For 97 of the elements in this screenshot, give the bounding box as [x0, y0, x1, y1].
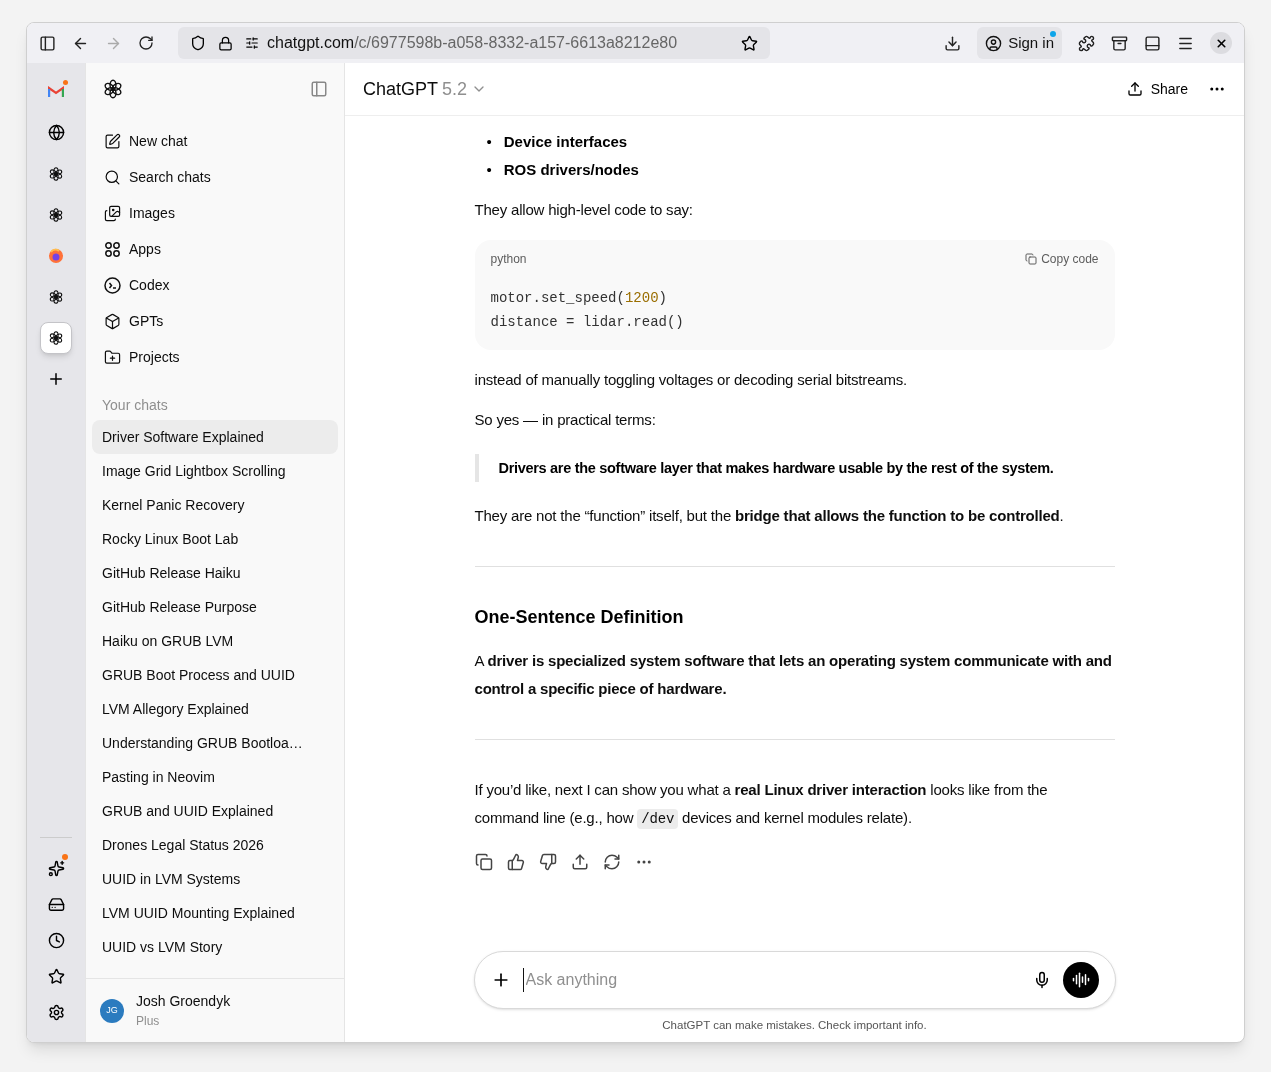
download-icon[interactable] [944, 34, 962, 52]
chat-history-item[interactable]: GitHub Release Haiku [92, 556, 338, 590]
user-name: Josh Groendyk [136, 992, 231, 1011]
audio-lines-icon [1071, 970, 1090, 989]
message-paragraph: instead of manually toggling voltages or decoding serial bitstreams. [474, 370, 908, 390]
shield-icon [190, 35, 206, 51]
archive-icon[interactable] [1111, 34, 1128, 52]
code-line: motor.set_speed(1200) [490, 289, 668, 308]
browser-tab[interactable] [40, 321, 72, 354]
chat-history-item[interactable]: GRUB and UUID Explained [92, 794, 338, 828]
message-paragraph: They are not the “function” itself, but the bridge that allows the function to be controlled. [474, 506, 1065, 526]
grid-icon [104, 240, 121, 258]
logo-icon [48, 206, 64, 223]
folder-plus-icon [104, 348, 121, 366]
bullet-marker: • [486, 132, 492, 152]
share-icon [1126, 81, 1143, 97]
lock-icon [218, 35, 233, 51]
voice-button[interactable] [1062, 961, 1099, 998]
logo-icon [48, 329, 64, 346]
sparkle-icon [47, 859, 65, 877]
bullet-item: Device interfaces [503, 132, 628, 152]
clock-icon [47, 931, 65, 949]
logo-icon [102, 78, 124, 100]
message-input[interactable]: Ask anything [522, 967, 1021, 992]
block-quote: Drivers are the software layer that makes hardware usable by the rest of the system. [474, 454, 1115, 482]
chat-history-item[interactable]: Pasting in Neovim [92, 760, 338, 794]
pencil-square-icon [104, 132, 121, 150]
chat-history-item[interactable]: LVM UUID Mounting Explained [92, 896, 338, 930]
share-icon[interactable] [570, 853, 589, 871]
sidebar-nav-item[interactable]: Apps [94, 231, 336, 267]
sidebar-toggle-icon[interactable] [39, 34, 56, 52]
chat-history-item[interactable]: LVM Allegory Explained [92, 692, 338, 726]
user-avatar[interactable]: JG [100, 998, 124, 1023]
site-settings-icon [245, 36, 259, 50]
chat-history-item[interactable]: Understanding GRUB Bootloa… [92, 726, 338, 760]
code-language: python [490, 251, 527, 268]
cube-icon [104, 312, 121, 330]
logo-icon [48, 165, 64, 182]
code-line: distance = lidar.read() [490, 313, 685, 332]
sign-in-button[interactable]: Sign in [977, 27, 1062, 59]
mail-logo-icon [48, 85, 64, 98]
disclaimer-text: ChatGPT can make mistakes. Check important info. [662, 1017, 927, 1033]
sidebar-nav-item[interactable]: Codex [94, 267, 336, 303]
chat-history-item[interactable]: UUID in LVM Systems [92, 862, 338, 896]
drive-icon [47, 895, 65, 913]
bullet-item: ROS drivers/nodes [503, 160, 639, 180]
star-icon [47, 967, 65, 985]
section-label: Your chats [101, 396, 169, 415]
share-button[interactable]: Share [1126, 78, 1188, 100]
message-paragraph: They allow high-level code to say: [474, 200, 694, 220]
bookmark-star-icon[interactable] [741, 34, 758, 52]
new-tab-icon[interactable] [47, 370, 65, 388]
message-paragraph: So yes — in practical terms: [474, 410, 657, 430]
section-heading: One-Sentence Definition [474, 606, 685, 629]
inline-code: /dev [637, 809, 679, 829]
search-icon [104, 168, 121, 186]
chat-history-item[interactable]: Kernel Panic Recovery [92, 488, 338, 522]
sidebar-nav-item[interactable]: Projects [94, 339, 336, 375]
message-paragraph: If you’d like, next I can show you what a real Linux driver interaction looks like from the command line (e.g., how /dev devices and kernel modules relate). [474, 780, 1049, 831]
close-sidebar-icon[interactable] [310, 80, 328, 98]
thumbs-up-icon[interactable] [506, 853, 525, 871]
copy-icon [1025, 253, 1038, 265]
composer-field[interactable]: Ask anything [473, 950, 1116, 1009]
sidebar-nav-item[interactable]: New chat [94, 123, 336, 159]
account-icon [985, 34, 1003, 52]
reload-icon[interactable] [138, 35, 154, 51]
globe-icon [47, 124, 65, 141]
user-plan: Plus [136, 1013, 161, 1030]
thumbs-down-icon[interactable] [538, 853, 557, 871]
chat-history-item[interactable]: UUID vs LVM Story [92, 930, 338, 964]
message-paragraph: A driver is specialized system software that lets an operating system communicate with and control a specific piece of hardware. [474, 651, 1113, 699]
chat-history-item[interactable]: Image Grid Lightbox Scrolling [92, 454, 338, 488]
terminal-circle-icon [104, 276, 121, 294]
chat-history-item[interactable]: GitHub Release Purpose [92, 590, 338, 624]
address-bar[interactable]: chatgpt.com/c/6977598b-a058-8332-a157-6613a8212e80 [178, 27, 770, 59]
chat-history-item[interactable]: Haiku on GRUB LVM [92, 624, 338, 658]
sidebar-nav-item[interactable]: Images [94, 195, 336, 231]
copy-icon[interactable] [474, 853, 493, 871]
close-button[interactable] [1210, 32, 1232, 54]
model-selector[interactable]: ChatGPT 5.2 [363, 75, 488, 103]
chat-history-item[interactable]: Rocky Linux Boot Lab [92, 522, 338, 556]
chat-history-item[interactable]: GRUB Boot Process and UUID [92, 658, 338, 692]
fox-logo-icon [48, 247, 64, 264]
url-text: chatgpt.com/c/6977598b-a058-8332-a157-6613a8212e80 [267, 33, 678, 53]
settings-icon [47, 1003, 65, 1021]
chat-history-item[interactable]: Drones Legal Status 2026 [92, 828, 338, 862]
regenerate-icon[interactable] [602, 853, 621, 871]
sidebar-nav-item[interactable]: GPTs [94, 303, 336, 339]
copy-code-button[interactable]: Copy code [1025, 250, 1099, 268]
images-icon [104, 204, 121, 222]
panel-icon[interactable] [1144, 34, 1161, 52]
chat-history-item[interactable]: Driver Software Explained [92, 420, 338, 454]
bullet-marker: • [486, 160, 492, 180]
logo-icon [48, 288, 64, 305]
extensions-icon[interactable] [1078, 34, 1095, 52]
sidebar-nav-item[interactable]: Search chats [94, 159, 336, 195]
close-icon [1214, 36, 1228, 50]
